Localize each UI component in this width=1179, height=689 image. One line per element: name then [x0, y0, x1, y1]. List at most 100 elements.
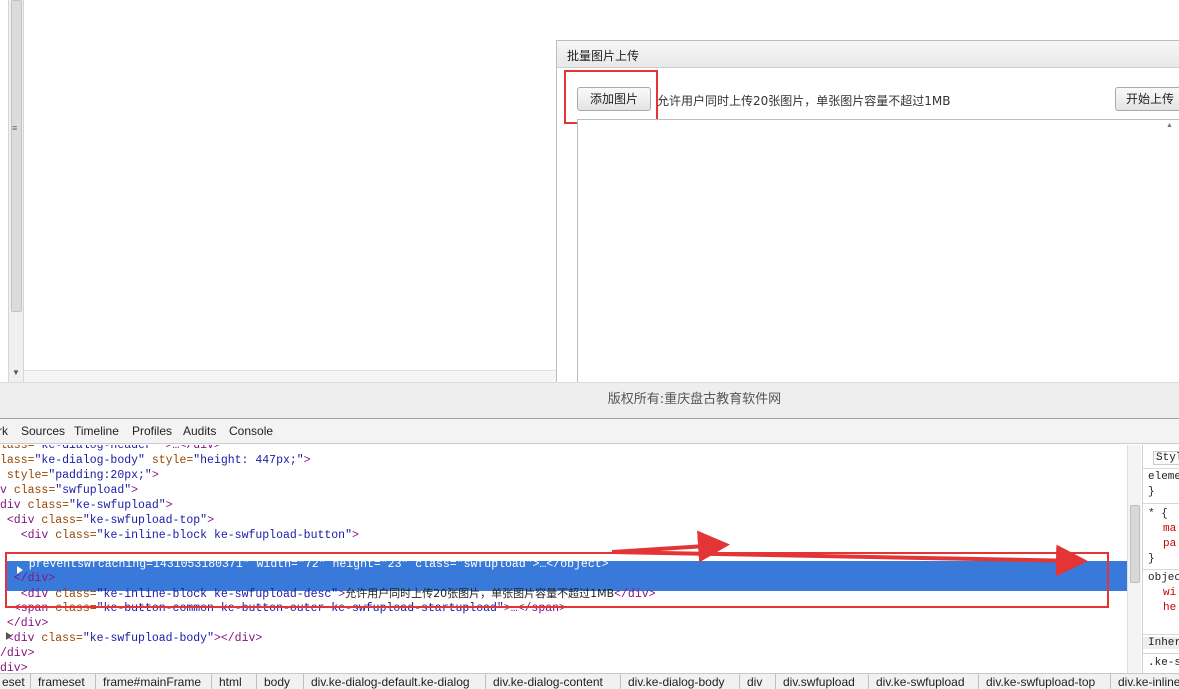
code-token: </div>: [0, 617, 49, 630]
tab-network[interactable]: rk: [0, 424, 8, 438]
annotation-box-object-node: [5, 552, 1109, 608]
code-token: lass=: [0, 454, 35, 467]
code-token: >: [351, 529, 359, 542]
code-token: ></div>: [213, 632, 263, 645]
breadcrumb-item[interactable]: div.swfupload: [783, 675, 855, 689]
dom-tree-line[interactable]: /div>: [0, 646, 35, 661]
breadcrumb-separator: [868, 674, 869, 689]
code-token: class=: [13, 484, 56, 497]
styles-sidebar: Style eleme } * { ma pa } objec wi he In…: [1142, 445, 1179, 673]
code-token: style=: [0, 469, 49, 482]
breadcrumb-separator: [620, 674, 621, 689]
breadcrumb-separator: [256, 674, 257, 689]
code-token: class=: [27, 499, 70, 512]
dom-tree-line[interactable]: </div>: [0, 616, 48, 631]
code-token: >: [303, 454, 311, 467]
breadcrumb-separator: [211, 674, 212, 689]
dom-tree-line[interactable]: <div class="ke-inline-block ke-swfupload…: [0, 528, 359, 543]
page-viewport: ≡ ▼ 批量图片上传 添加图片 允许用户同时上传20张图片，单张图片容量不超过1…: [0, 0, 1179, 418]
dom-tree-line[interactable]: <div class="ke-swfupload-body"></div>: [0, 631, 262, 646]
code-token: "ke-inline-block ke-swfupload-button": [96, 529, 352, 542]
tab-profiles[interactable]: Profiles: [132, 424, 172, 438]
dom-tree-line[interactable]: style="padding:20px;">: [0, 468, 159, 483]
scroll-down-arrow-icon[interactable]: ▼: [12, 368, 20, 377]
breadcrumb-separator: [978, 674, 979, 689]
breadcrumb-separator: [775, 674, 776, 689]
styles-tab[interactable]: Style: [1153, 451, 1179, 465]
tab-timeline[interactable]: Timeline: [74, 424, 119, 438]
style-property[interactable]: pa: [1163, 538, 1176, 550]
code-token: >: [151, 469, 159, 482]
upload-list-area: ▲: [577, 119, 1179, 385]
code-token: >: [165, 499, 173, 512]
dom-tree-line[interactable]: v class="swfupload">: [0, 483, 138, 498]
style-property[interactable]: wi: [1163, 587, 1176, 599]
dom-tree-line[interactable]: lass="ke-dialog-body" style="height: 447…: [0, 453, 311, 468]
style-rule-brace: }: [1148, 553, 1155, 565]
dialog-header[interactable]: 批量图片上传: [557, 41, 1179, 68]
code-token: v: [0, 484, 14, 497]
breadcrumb-item[interactable]: div.ke-dialog-default.ke-dialog: [311, 675, 470, 689]
dom-tree-line[interactable]: div class="ke-swfupload">: [0, 498, 173, 513]
tab-console[interactable]: Console: [229, 424, 273, 438]
scroll-up-arrow-icon[interactable]: ▲: [1166, 122, 1173, 129]
breadcrumb-item[interactable]: div.ke-dialog-body: [628, 675, 725, 689]
breadcrumb-separator: [30, 674, 31, 689]
code-token: lass=: [0, 445, 35, 452]
style-rule-brace: }: [1148, 486, 1155, 498]
copyright-text: 版权所有:重庆盘古教育软件网: [607, 392, 782, 407]
scrollbar-thumb[interactable]: [1130, 505, 1140, 583]
code-token: >: [131, 484, 139, 497]
code-token: <div: [0, 514, 42, 527]
code-token: div: [0, 499, 28, 512]
code-token: <div: [0, 529, 56, 542]
left-frame-scrollbar[interactable]: ≡ ▼: [8, 0, 24, 382]
dom-tree-line[interactable]: <div class="ke-swfupload-top">: [0, 513, 214, 528]
breadcrumb-separator: [739, 674, 740, 689]
code-token: >: [207, 514, 214, 527]
code-token: style=: [144, 454, 194, 467]
add-image-button[interactable]: 添加图片: [577, 87, 651, 111]
code-token: "ke-swfupload-body": [82, 632, 214, 645]
elements-scrollbar[interactable]: [1127, 445, 1141, 673]
breadcrumb-item[interactable]: html: [219, 675, 242, 689]
dom-tree-line[interactable]: lass="ke-dialog-header" >…</div>: [0, 445, 221, 453]
devtools-panel: rk Sources Timeline Profiles Audits Cons…: [0, 418, 1179, 689]
inherited-header: Inheri: [1143, 637, 1179, 649]
code-token: "ke-dialog-header": [34, 445, 159, 452]
breadcrumb-item[interactable]: frame#mainFrame: [103, 675, 201, 689]
tab-sources[interactable]: Sources: [21, 424, 65, 438]
style-rule-selector: * {: [1148, 508, 1168, 520]
code-token: class=: [41, 632, 83, 645]
breadcrumb-item[interactable]: div.ke-dialog-content: [493, 675, 603, 689]
elements-tree[interactable]: <object id="KindEditor_SWFUpload_0" type…: [0, 445, 1127, 673]
style-rule-selector: .ke-s: [1148, 657, 1179, 669]
breadcrumb-item[interactable]: body: [264, 675, 290, 689]
code-token: /div>: [0, 647, 35, 660]
code-token: >…</div>: [158, 445, 221, 452]
breadcrumb-item[interactable]: div: [747, 675, 762, 689]
upload-list-scrollbar[interactable]: ▲: [1164, 120, 1178, 385]
start-upload-button[interactable]: 开始上传: [1115, 87, 1179, 111]
code-token: "swfupload": [55, 484, 132, 497]
code-token: "padding:20px;": [48, 469, 152, 482]
code-token: div>: [0, 662, 28, 673]
breadcrumb-item[interactable]: div.ke-swfupload-top: [986, 675, 1095, 689]
breadcrumb-separator: [485, 674, 486, 689]
breadcrumb-item[interactable]: div.ke-swfupload: [876, 675, 965, 689]
breadcrumb-item[interactable]: frameset: [38, 675, 85, 689]
breadcrumb-separator: [303, 674, 304, 689]
dom-tree-line[interactable]: div>: [0, 661, 28, 673]
tab-audits[interactable]: Audits: [183, 424, 216, 438]
code-token: "height: 447px;": [193, 454, 304, 467]
style-property[interactable]: he: [1163, 602, 1176, 614]
scrollbar-thumb[interactable]: [11, 0, 22, 312]
breadcrumb-item[interactable]: eset: [2, 675, 25, 689]
expand-triangle-icon[interactable]: [6, 632, 12, 640]
breadcrumb-item[interactable]: div.ke-inline: [1118, 675, 1179, 689]
batch-upload-dialog: 批量图片上传 添加图片 允许用户同时上传20张图片，单张图片容量不超过1MB 开…: [556, 40, 1179, 385]
devtools-tab-bar: rk Sources Timeline Profiles Audits Cons…: [0, 419, 1179, 444]
style-rule-selector: objec: [1148, 572, 1179, 584]
code-token: class=: [41, 514, 83, 527]
style-property[interactable]: ma: [1163, 523, 1176, 535]
